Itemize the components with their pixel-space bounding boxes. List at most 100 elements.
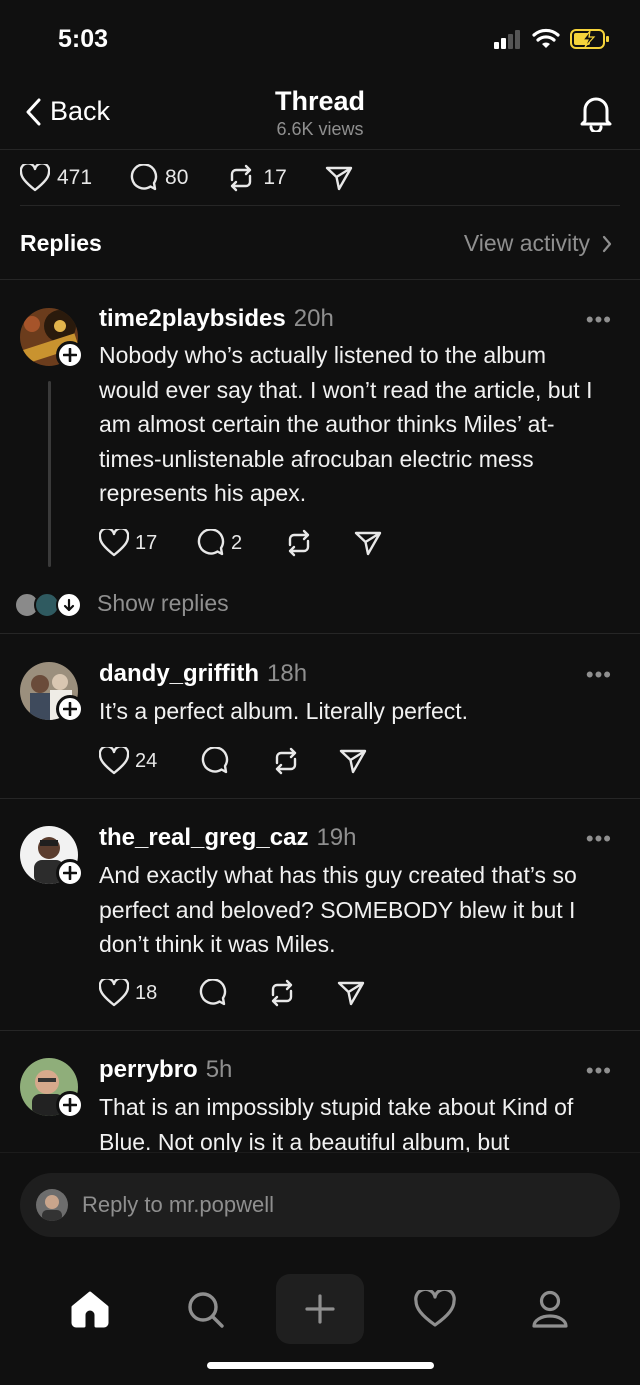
tab-search[interactable] <box>165 1274 245 1344</box>
avatar <box>36 1189 68 1221</box>
tab-compose[interactable] <box>276 1274 364 1344</box>
share-icon <box>354 531 382 556</box>
more-options-button[interactable]: ••• <box>586 307 612 333</box>
follow-badge[interactable] <box>56 341 84 369</box>
repost-count: 17 <box>263 165 287 189</box>
comment-button[interactable] <box>201 747 271 775</box>
reply-post[interactable]: perrybro 5h ••• That is an impossibly stu… <box>0 1031 640 1153</box>
reply-post[interactable]: the_real_greg_caz 19h ••• And exactly wha… <box>0 799 640 1031</box>
thread-stats-row: 471 80 17 <box>20 150 620 206</box>
username[interactable]: perrybro <box>99 1056 198 1083</box>
home-icon <box>71 1291 109 1328</box>
comment-button[interactable]: 80 <box>130 163 189 192</box>
reply-composer-bar: Reply to mr.popwell <box>0 1152 640 1252</box>
comment-count: 80 <box>165 165 189 189</box>
bell-icon <box>580 97 612 134</box>
status-icons <box>494 28 610 50</box>
repost-button[interactable] <box>267 979 337 1007</box>
status-bar: 5:03 <box>0 0 640 80</box>
search-icon <box>188 1292 224 1328</box>
like-button[interactable]: 471 <box>20 163 93 192</box>
post-text: Nobody who’s actually listened to the al… <box>99 342 593 506</box>
heart-icon <box>99 529 129 557</box>
comment-button[interactable] <box>199 979 267 1007</box>
more-options-button[interactable]: ••• <box>586 1058 612 1084</box>
reply-post[interactable]: dandy_griffith 18h ••• It’s a perfect alb… <box>0 635 640 799</box>
username[interactable]: dandy_griffith <box>99 660 259 687</box>
page-title: Thread <box>274 86 366 116</box>
like-button[interactable]: 17 <box>99 529 197 557</box>
comment-icon <box>201 747 229 774</box>
plus-icon <box>305 1294 335 1324</box>
show-replies-badge <box>56 592 82 618</box>
like-button[interactable]: 24 <box>99 747 201 775</box>
tab-profile[interactable] <box>510 1274 590 1344</box>
share-icon <box>325 166 352 190</box>
comment-button[interactable]: 2 <box>197 529 284 557</box>
comment-count: 2 <box>231 531 243 554</box>
like-count: 17 <box>135 531 158 554</box>
view-count: 6.6K views <box>276 119 364 139</box>
follow-badge[interactable] <box>56 695 84 723</box>
post-actions: 24 <box>99 743 367 779</box>
follow-badge[interactable] <box>56 859 84 887</box>
share-button[interactable] <box>337 980 365 1006</box>
chevron-right-icon <box>602 235 612 252</box>
repost-button[interactable] <box>271 747 339 775</box>
heart-icon <box>20 163 50 191</box>
more-options-button[interactable]: ••• <box>586 662 612 688</box>
post-text: And exactly what has this guy created th… <box>99 862 577 957</box>
post-time: 5h <box>205 1056 233 1083</box>
like-count: 24 <box>135 749 158 772</box>
show-replies-label[interactable]: Show replies <box>97 590 229 617</box>
wifi-icon <box>532 28 560 48</box>
thread-connector-line <box>48 381 51 567</box>
tab-activity[interactable] <box>395 1274 475 1344</box>
reply-post[interactable]: time2playbsides 20h ••• Nobody who’s actu… <box>0 281 640 582</box>
plus-icon <box>63 1098 77 1112</box>
share-icon <box>339 749 367 774</box>
post-header: dandy_griffith 18h <box>99 660 307 688</box>
home-indicator <box>207 1362 434 1369</box>
username[interactable]: time2playbsides <box>99 305 286 332</box>
username[interactable]: the_real_greg_caz <box>99 824 308 851</box>
comment-icon <box>197 529 225 556</box>
more-options-button[interactable]: ••• <box>586 826 612 852</box>
view-activity-label: View activity <box>463 230 590 256</box>
post-text: It’s a perfect album. Literally perfect. <box>99 698 469 724</box>
repost-button[interactable]: 17 <box>226 164 287 192</box>
notifications-button[interactable] <box>578 94 614 137</box>
repost-icon <box>271 979 293 1007</box>
share-button[interactable] <box>325 165 353 191</box>
avatar-image <box>36 1189 68 1221</box>
replies-label: Replies <box>20 230 102 256</box>
tab-home[interactable] <box>50 1274 130 1344</box>
share-button[interactable] <box>339 748 367 774</box>
repost-button[interactable] <box>284 529 354 557</box>
comment-icon <box>130 163 158 190</box>
show-replies-row[interactable]: Show replies <box>0 582 640 634</box>
profile-icon <box>532 1290 568 1328</box>
repost-icon <box>275 747 297 775</box>
follow-badge[interactable] <box>56 1091 84 1119</box>
share-button[interactable] <box>354 530 382 556</box>
replies-header: Replies View activity <box>0 208 640 280</box>
view-activity-link[interactable]: View activity <box>464 230 612 257</box>
comment-icon <box>199 979 227 1006</box>
heart-icon <box>99 979 129 1007</box>
post-time: 20h <box>293 305 334 332</box>
nav-header: Back Thread 6.6K views <box>0 80 640 150</box>
post-actions: 17 2 <box>99 525 382 561</box>
like-button[interactable]: 18 <box>99 979 199 1007</box>
share-icon <box>337 981 365 1006</box>
battery-charging-icon <box>570 29 609 49</box>
like-count: 471 <box>57 165 93 189</box>
arrow-down-icon <box>63 598 75 612</box>
plus-icon <box>63 702 77 716</box>
reply-input[interactable]: Reply to mr.popwell <box>20 1173 620 1237</box>
plus-icon <box>63 348 77 362</box>
post-time: 19h <box>316 824 357 851</box>
post-time: 18h <box>267 660 308 687</box>
like-count: 18 <box>135 981 158 1004</box>
post-text: That is an impossibly stupid take about … <box>99 1094 574 1153</box>
